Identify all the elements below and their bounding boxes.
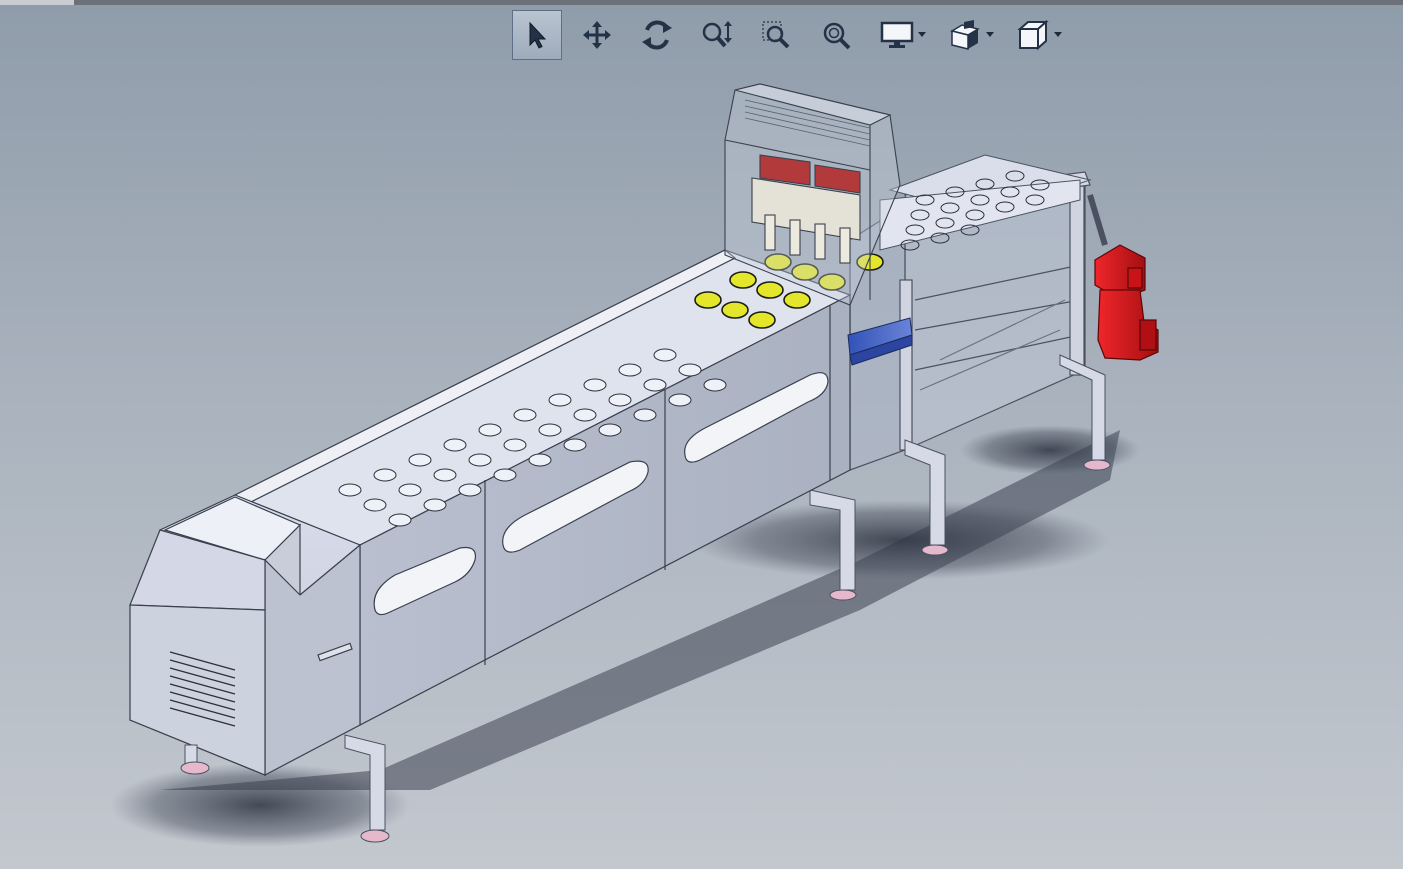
red-gear-motor — [1087, 194, 1159, 361]
section-view-button[interactable] — [940, 10, 998, 60]
heads-up-view-toolbar — [512, 9, 1076, 61]
section-view-icon — [950, 20, 980, 50]
main-body — [129, 249, 852, 776]
chevron-down-icon[interactable] — [1054, 32, 1062, 37]
rotate-view-button[interactable] — [632, 10, 682, 60]
zoom-to-area-icon — [762, 21, 790, 49]
cad-3d-viewport[interactable] — [0, 0, 1403, 869]
view-orientation-cube-icon — [1017, 19, 1049, 51]
conveyor-machine-model[interactable] — [0, 0, 1403, 869]
view-orientation-button[interactable] — [1008, 10, 1066, 60]
chevron-down-icon[interactable] — [986, 32, 994, 37]
zoom-to-area-button[interactable] — [752, 10, 802, 60]
pan-tool-button[interactable] — [572, 10, 622, 60]
select-tool-button[interactable] — [512, 10, 562, 60]
zoom-in-out-icon — [702, 21, 732, 48]
zoom-to-fit-button[interactable] — [812, 10, 862, 60]
rotate-view-icon — [642, 20, 672, 50]
pan-move-icon — [583, 21, 611, 49]
zoom-to-fit-icon — [823, 22, 851, 50]
display-style-button[interactable] — [872, 10, 930, 60]
select-arrow-icon — [529, 21, 547, 49]
display-style-icon — [880, 21, 914, 48]
chevron-down-icon[interactable] — [918, 32, 926, 37]
zoom-in-out-button[interactable] — [692, 10, 742, 60]
